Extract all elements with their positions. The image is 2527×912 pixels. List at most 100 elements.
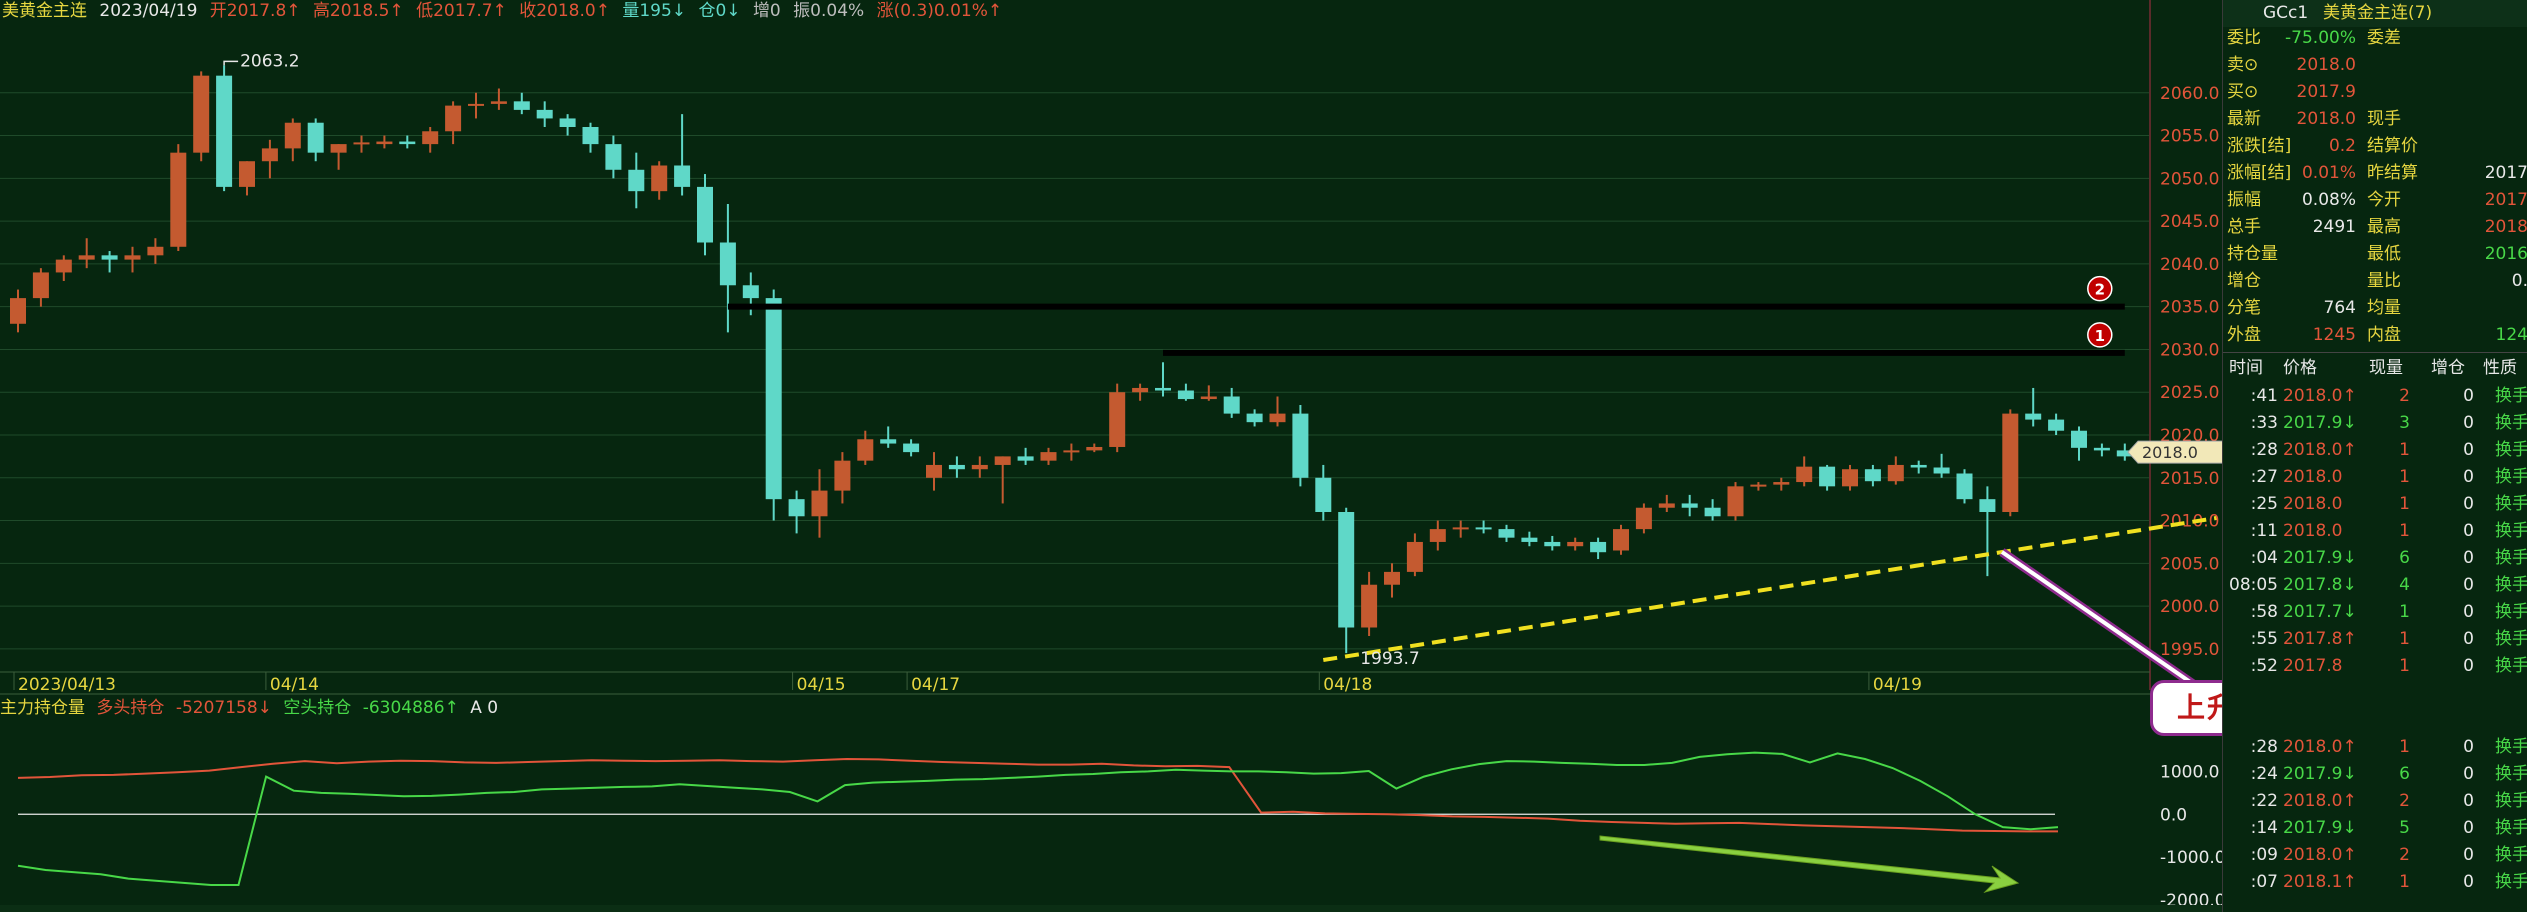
candle-body bbox=[1750, 484, 1767, 487]
candle-body bbox=[605, 144, 622, 170]
tick-time: :22 bbox=[2250, 791, 2278, 811]
tick-time: :58 bbox=[2250, 602, 2278, 622]
tick-row: :41 2018.0↑ 2 0 换手 bbox=[2223, 383, 2527, 410]
candle-body bbox=[55, 259, 72, 273]
quote-divider bbox=[2223, 352, 2527, 353]
tick-volume: 2 bbox=[2399, 386, 2410, 406]
candle-body bbox=[1658, 503, 1675, 508]
candle-body bbox=[353, 142, 370, 145]
panel-symbol: GCc1 bbox=[2263, 3, 2309, 23]
tick-row bbox=[2223, 680, 2527, 707]
stat-value: 2491 bbox=[2312, 217, 2356, 237]
candle-body bbox=[2025, 413, 2042, 420]
ticks-header-cell: 增仓 bbox=[2431, 358, 2465, 378]
tick-row: :55 2017.8↑ 1 0 换手 bbox=[2223, 626, 2527, 653]
candle-body bbox=[239, 161, 255, 187]
price-tick-label: 2000.0 bbox=[2160, 597, 2219, 617]
tick-price: 2017.9↓ bbox=[2283, 413, 2357, 433]
candle-body bbox=[628, 169, 645, 192]
tick-time: :11 bbox=[2250, 521, 2278, 541]
stat-label: 委差 bbox=[2367, 28, 2401, 48]
candle-body bbox=[1681, 503, 1698, 508]
change-value: 涨(0.3)0.01%↑ bbox=[876, 1, 1003, 21]
candle-body bbox=[674, 165, 691, 187]
tick-nature: 换手 bbox=[2495, 602, 2527, 622]
candle-body bbox=[1315, 477, 1332, 512]
tick-price: 2017.9↓ bbox=[2283, 818, 2357, 838]
tick-price: 2018.0 bbox=[2283, 494, 2343, 514]
tick-nature: 换手 bbox=[2495, 872, 2527, 892]
tick-price: 2018.0 bbox=[2283, 467, 2343, 487]
ticks-header-cell: 时间 bbox=[2229, 358, 2263, 378]
volume-value: 量195↓ bbox=[622, 1, 687, 21]
candle-body bbox=[1086, 446, 1103, 451]
candle-body bbox=[1269, 413, 1286, 423]
tick-volume: 5 bbox=[2399, 818, 2410, 838]
candle-body bbox=[330, 144, 347, 153]
stat-label: 增仓 bbox=[2227, 271, 2261, 291]
status-strip bbox=[0, 905, 2222, 912]
oi-trend-arrow bbox=[1599, 835, 2020, 893]
price-tick-label: 2035.0 bbox=[2160, 298, 2219, 318]
tick-volume: 4 bbox=[2399, 575, 2410, 595]
candle-body bbox=[1979, 499, 1996, 512]
tick-nature: 换手 bbox=[2495, 791, 2527, 811]
candle-body bbox=[1017, 456, 1034, 461]
price-tick-label: 1995.0 bbox=[2160, 640, 2219, 660]
tick-increase: 0 bbox=[2463, 791, 2474, 811]
candle-body bbox=[1796, 466, 1813, 483]
stat-value: 764 bbox=[2323, 298, 2356, 318]
tick-price: 2017.9↓ bbox=[2283, 764, 2357, 784]
chart-canvas[interactable]: 2060.0 2055.0 2050.0 2045.0 2040.0 2035.0 2030… bbox=[0, 0, 2222, 912]
tick-volume: 1 bbox=[2399, 521, 2410, 541]
tick-price: 2017.8↑ bbox=[2283, 629, 2357, 649]
tick-increase: 0 bbox=[2463, 818, 2474, 838]
tick-increase: 0 bbox=[2463, 737, 2474, 757]
stat-value: 2018 bbox=[2484, 217, 2527, 237]
candle-body bbox=[2002, 413, 2019, 512]
tick-volume: 1 bbox=[2399, 872, 2410, 892]
open-interest-header: 主力持仓量 多头持仓 -5207158↓ 空头持仓 -6304886↑ A 0 bbox=[0, 697, 504, 719]
stat-label: 卖⊙ bbox=[2227, 55, 2259, 75]
tick-increase: 0 bbox=[2463, 440, 2474, 460]
candle-body bbox=[1132, 387, 1149, 393]
tick-increase: 0 bbox=[2463, 845, 2474, 865]
candle-body bbox=[147, 246, 164, 256]
tick-time: 08:05 bbox=[2229, 575, 2278, 595]
candle-body bbox=[170, 152, 187, 247]
tick-time: :09 bbox=[2250, 845, 2278, 865]
quote-stat-row: 分笔 764 均量 bbox=[2223, 295, 2527, 322]
candle-body bbox=[880, 439, 897, 444]
tick-time: :28 bbox=[2250, 737, 2278, 757]
stat-value: 0.08% bbox=[2301, 190, 2356, 210]
price-tick-label: 2050.0 bbox=[2160, 169, 2219, 189]
candle-body bbox=[834, 460, 851, 491]
candle-body bbox=[422, 131, 439, 145]
candle-body bbox=[1155, 387, 1171, 391]
tick-nature: 换手 bbox=[2495, 656, 2527, 676]
tick-row: :14 2017.9↓ 5 0 换手 bbox=[2223, 815, 2527, 842]
stat-value: 2017.9 bbox=[2296, 82, 2356, 102]
tick-volume: 2 bbox=[2399, 791, 2410, 811]
open-value: 开2017.8↑ bbox=[209, 1, 301, 21]
stat-label: 总手 bbox=[2227, 217, 2261, 237]
candle-body bbox=[1063, 450, 1080, 453]
date-label: 04/18 bbox=[1323, 675, 1372, 695]
stat-value: 0.2 bbox=[2328, 136, 2356, 156]
stat-label: 委比 bbox=[2227, 28, 2261, 48]
stat-value: 2018.0 bbox=[2296, 55, 2356, 75]
candle-body bbox=[1384, 571, 1400, 585]
oi-extra: A 0 bbox=[470, 698, 499, 718]
tick-nature: 换手 bbox=[2495, 764, 2527, 784]
stat-label: 涨幅[结] bbox=[2227, 163, 2292, 183]
stat-label: 内盘 bbox=[2367, 325, 2401, 345]
quote-stat-row: 涨跌[结] 0.2 结算价 bbox=[2223, 133, 2527, 160]
price-tick-label: 2010.0 bbox=[2160, 512, 2219, 532]
tick-increase: 0 bbox=[2463, 494, 2474, 514]
low-value: 低2017.7↑ bbox=[416, 1, 507, 21]
candle-body bbox=[468, 103, 484, 106]
stat-label: 持仓量 bbox=[2227, 244, 2278, 264]
candle-body bbox=[2048, 419, 2065, 431]
candle-body bbox=[651, 165, 668, 192]
long-position-label: 多头持仓 bbox=[96, 698, 165, 718]
